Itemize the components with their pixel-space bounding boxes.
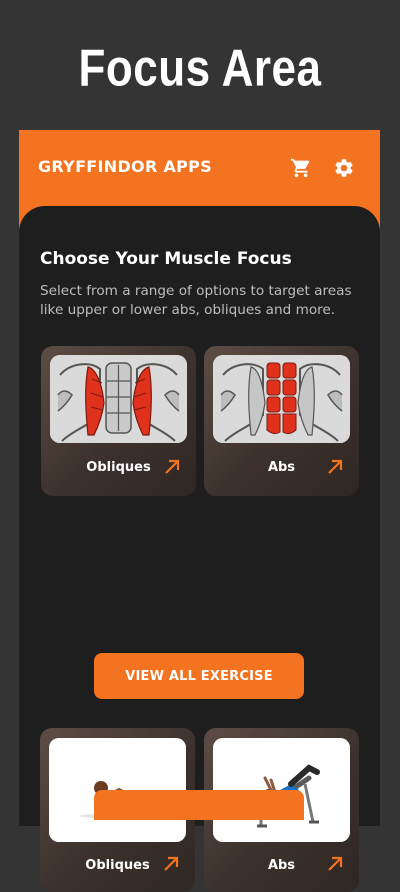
gear-icon[interactable] xyxy=(331,155,357,181)
cart-icon[interactable] xyxy=(288,155,314,181)
view-all-exercise-button[interactable]: VIEW ALL EXERCISE xyxy=(94,653,304,699)
partial-button-bottom[interactable] xyxy=(94,790,304,820)
arrow-up-right-icon xyxy=(162,855,180,873)
app-title: GRYFFINDOR APPS xyxy=(38,157,212,176)
muscle-card-obliques[interactable]: Obliques xyxy=(41,346,196,496)
app-screen: GRYFFINDOR APPS Choose Your Muscle Focus… xyxy=(19,130,380,892)
obliques-muscle-illustration xyxy=(50,355,187,443)
arrow-up-right-icon xyxy=(326,855,344,873)
app-bar: GRYFFINDOR APPS xyxy=(19,130,380,208)
section-title: Choose Your Muscle Focus xyxy=(40,249,292,269)
abs-muscle-illustration xyxy=(213,355,350,443)
promo-headline: Focus Area xyxy=(78,39,322,98)
arrow-up-right-icon xyxy=(163,458,181,476)
section-description: Select from a range of options to target… xyxy=(40,283,352,318)
content-panel: Choose Your Muscle Focus Select from a r… xyxy=(19,206,380,892)
muscle-card-abs[interactable]: Abs xyxy=(204,346,359,496)
arrow-up-right-icon xyxy=(326,458,344,476)
